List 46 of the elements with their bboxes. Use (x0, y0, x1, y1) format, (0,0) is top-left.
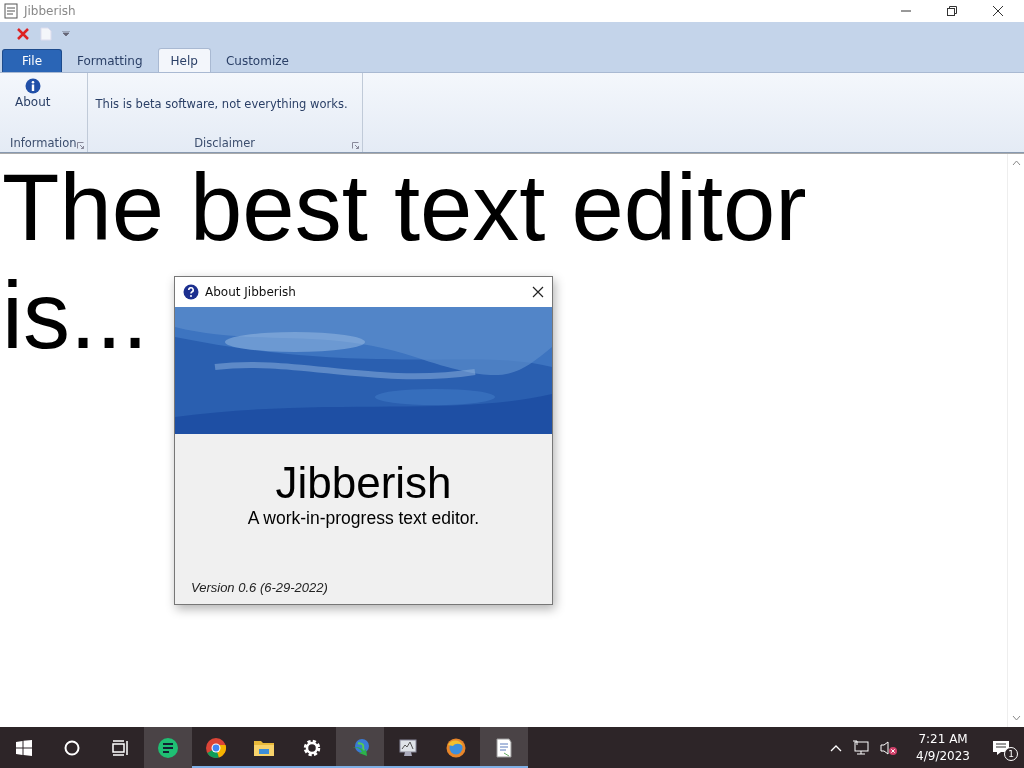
ribbon-tab[interactable]: Customize (212, 49, 302, 72)
task-view-icon (111, 739, 129, 756)
about-button[interactable]: About (8, 77, 58, 110)
dropdown-icon[interactable] (62, 31, 70, 37)
chevron-up-icon[interactable] (830, 743, 843, 752)
dialog-title: About Jibberish (205, 285, 296, 299)
search-icon (64, 739, 80, 756)
chat-app-button[interactable] (144, 727, 192, 768)
clock-time[interactable]: 7:21 AM (918, 730, 968, 748)
group-label: Information (10, 136, 77, 150)
notification-count: 1 (1004, 746, 1018, 761)
disclaimer-text: This is beta software, not everything works. (95, 97, 349, 111)
tagline: A work-in-progress text editor. (247, 508, 480, 529)
version-text: Version 0.6 (6-29-2022) (191, 580, 328, 595)
info-icon (24, 78, 41, 94)
delete-icon[interactable] (16, 27, 30, 41)
app-icon (4, 3, 18, 19)
ribbon-tab[interactable]: Formatting (64, 49, 156, 72)
close-icon[interactable] (532, 286, 544, 298)
scroll-up-icon[interactable] (1011, 160, 1021, 166)
document-text-line[interactable]: is... (2, 262, 149, 370)
chat-icon (157, 736, 179, 759)
file-menu-button[interactable]: File (2, 49, 62, 72)
monitor-icon (397, 736, 419, 759)
network-icon[interactable] (852, 739, 871, 756)
app-name: Jibberish (275, 458, 452, 508)
window-title: Jibberish (24, 4, 76, 18)
browser-icon (445, 736, 467, 759)
group-label: Disclaimer (194, 136, 255, 150)
notification-icon (992, 739, 1010, 756)
close-icon[interactable] (992, 5, 1004, 17)
muted-speaker-icon[interactable] (880, 739, 899, 756)
windows-icon (16, 739, 32, 756)
notepad-app-button[interactable] (480, 727, 528, 768)
restore-icon[interactable] (946, 5, 958, 17)
notepad-icon (493, 736, 515, 759)
chrome-icon (205, 736, 227, 759)
scrollbar[interactable] (1007, 154, 1024, 727)
globe-app-button[interactable] (336, 727, 384, 768)
ribbon-tab[interactable]: Help (157, 48, 211, 73)
scroll-down-icon[interactable] (1011, 715, 1021, 721)
dialog-launcher-icon[interactable] (351, 142, 359, 149)
dialog-launcher-icon[interactable] (76, 142, 84, 149)
clock-date[interactable]: 4/9/2023 (916, 747, 970, 765)
help-icon (183, 284, 199, 300)
document-text-line[interactable]: The best text editor (2, 154, 807, 262)
